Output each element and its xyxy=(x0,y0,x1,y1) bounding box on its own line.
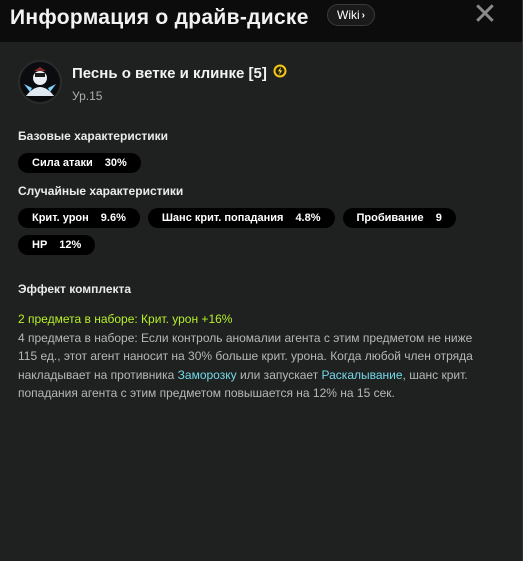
four-piece-text-2: или запускает xyxy=(236,367,322,382)
random-stats-label: Случайные характеристики xyxy=(18,184,184,198)
stat-value: 9 xyxy=(435,212,442,224)
character-avatar-icon xyxy=(18,60,62,104)
stat-value: 9.6% xyxy=(100,212,126,224)
stat-chip-atk: Сила атаки 30% xyxy=(18,153,141,173)
random-stats-row-2: HP 12% xyxy=(18,235,96,255)
stat-name: Сила атаки xyxy=(32,157,93,169)
stat-chip-crit-rate: Шанс крит. попадания 4.8% xyxy=(147,208,335,228)
wiki-button-label: Wiki xyxy=(337,8,360,22)
disc-name-column: Песнь о ветке и клинке [5] Ур.15 xyxy=(72,64,287,103)
chevron-right-icon: › xyxy=(361,9,366,21)
window-title: Информация о драйв-диске xyxy=(10,6,309,29)
disc-name-row: Песнь о ветке и клинке [5] xyxy=(72,64,287,83)
stat-name: HP xyxy=(32,239,48,251)
set-effect-description: 2 предмета в наборе: Крит. урон +16% 4 п… xyxy=(18,310,488,403)
keyword-freeze[interactable]: Заморозку xyxy=(178,368,237,382)
stat-chip-crit-dmg: Крит. урон 9.6% xyxy=(18,208,140,228)
four-piece-effect: 4 предмета в наборе: Если контроль анома… xyxy=(18,329,488,403)
stat-chip-pen: Пробивание 9 xyxy=(342,208,456,228)
close-button[interactable]: ✕ xyxy=(472,0,498,31)
stat-value: 12% xyxy=(59,239,82,251)
set-effect-label: Эффект комплекта xyxy=(18,282,132,296)
electric-attribute-icon xyxy=(273,64,287,83)
stat-chip-hp: HP 12% xyxy=(18,235,96,255)
disc-name: Песнь о ветке и клинке [5] xyxy=(72,65,267,82)
random-stats-row-1: Крит. урон 9.6% Шанс крит. попадания 4.8… xyxy=(18,208,456,228)
close-icon: ✕ xyxy=(472,0,498,31)
disc-header: Песнь о ветке и клинке [5] Ур.15 xyxy=(18,60,287,104)
base-stats-row: Сила атаки 30% xyxy=(18,153,141,173)
two-piece-effect: 2 предмета в наборе: Крит. урон +16% xyxy=(18,312,233,326)
disc-level: Ур.15 xyxy=(72,89,103,103)
stat-value: 4.8% xyxy=(295,212,321,224)
base-stats-label: Базовые характеристики xyxy=(18,129,168,143)
stat-name: Пробивание xyxy=(356,212,424,224)
stat-value: 30% xyxy=(104,157,127,169)
stat-name: Крит. урон xyxy=(32,212,89,224)
drive-disc-info-window: Информация о драйв-диске Wiki › ✕ Песнь … xyxy=(0,0,523,561)
wiki-button[interactable]: Wiki › xyxy=(327,4,376,26)
title-bar: Информация о драйв-диске Wiki › ✕ xyxy=(0,0,522,42)
stat-name: Шанс крит. попадания xyxy=(161,212,284,224)
keyword-shatter[interactable]: Раскалывание xyxy=(322,368,403,382)
